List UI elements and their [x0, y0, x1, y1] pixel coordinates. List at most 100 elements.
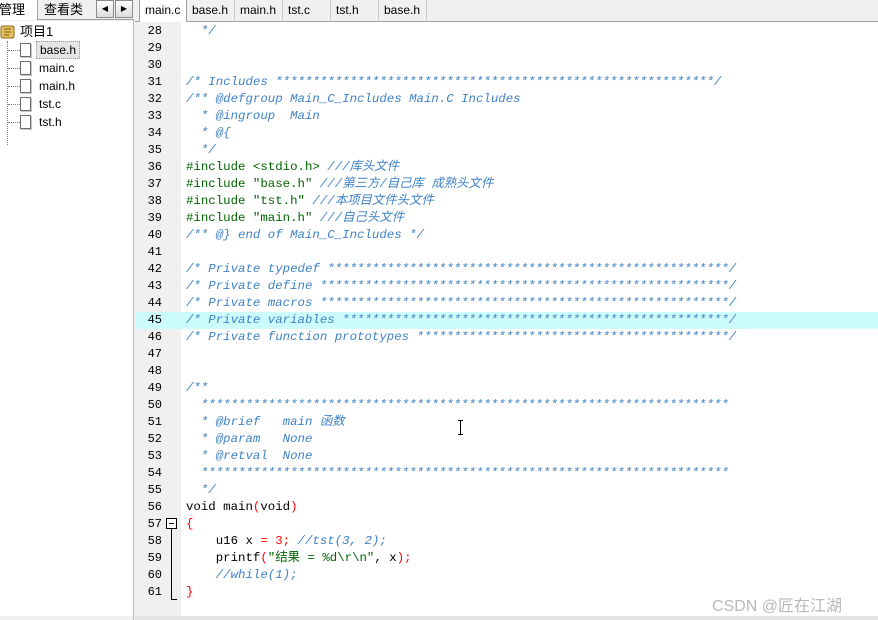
tree-connector	[8, 122, 20, 123]
project-panel: 目管理 查看类 ◀ ▶ 项目1 base.h main.c main.h	[0, 0, 134, 620]
line-number: 49	[147, 381, 162, 395]
panel-tab-bar: 目管理 查看类 ◀ ▶	[0, 0, 134, 20]
code-token: * @brief main 函数	[186, 415, 345, 429]
code-line[interactable]: 28 */	[135, 23, 878, 40]
code-text: */	[186, 482, 216, 499]
code-line[interactable]: 53 * @retval None	[135, 448, 878, 465]
code-line[interactable]: 30	[135, 57, 878, 74]
code-line[interactable]: 38 #include "tst.h" ///本项目文件头文件	[135, 193, 878, 210]
fold-line	[171, 529, 172, 599]
tree-file-base-h[interactable]: base.h	[0, 41, 133, 59]
code-text: /* Private typedef *********************…	[186, 261, 736, 278]
project-icon	[0, 25, 15, 39]
line-number: 56	[147, 500, 162, 514]
line-number: 29	[147, 41, 162, 55]
tree-connector	[8, 104, 20, 105]
line-number: 35	[147, 143, 162, 157]
code-text: u16 x = 3; //tst(3, 2);	[186, 533, 387, 550]
code-editor[interactable]: 28 */29 30 31/* Includes *****************…	[135, 22, 878, 616]
tab-main-h[interactable]: main.h	[235, 0, 283, 22]
tree-file-main-h[interactable]: main.h	[0, 77, 133, 95]
code-line[interactable]: 42 /* Private typedef *******************…	[135, 261, 878, 278]
tab-tst-c[interactable]: tst.c	[283, 0, 331, 22]
code-line[interactable]: 34 * @{	[135, 125, 878, 142]
code-text: {	[186, 516, 193, 533]
code-line[interactable]: 55 */	[135, 482, 878, 499]
code-line[interactable]: 45 /* Private variables *****************…	[135, 312, 878, 329]
code-line[interactable]: 29	[135, 40, 878, 57]
tab-scroll-right-button[interactable]: ▶	[115, 0, 133, 18]
code-line[interactable]: 52 * @param None	[135, 431, 878, 448]
line-number: 43	[147, 279, 162, 293]
editor-tab-bar: main.c base.h main.h tst.c tst.h base.h	[135, 0, 878, 23]
line-number: 32	[147, 92, 162, 106]
line-number: 57	[147, 517, 162, 531]
tree-connector	[8, 68, 20, 69]
code-line[interactable]: 48	[135, 363, 878, 380]
fold-toggle-icon[interactable]	[166, 518, 177, 529]
code-line[interactable]: 51 * @brief main 函数	[135, 414, 878, 431]
line-number: 41	[147, 245, 162, 259]
code-line[interactable]: 37 #include "base.h" ///第三方/自己库 成熟头文件	[135, 176, 878, 193]
tab-project-manager[interactable]: 目管理	[0, 0, 38, 20]
tab-class-view[interactable]: 查看类	[40, 0, 92, 20]
arrow-left-icon: ◀	[101, 4, 109, 13]
code-token: #include	[186, 211, 253, 225]
code-line[interactable]: 47	[135, 346, 878, 363]
code-line[interactable]: 39 #include "main.h" ///自己头文件	[135, 210, 878, 227]
code-token: printf	[186, 551, 261, 565]
code-line[interactable]: 58 u16 x = 3; //tst(3, 2);	[135, 533, 878, 550]
horizontal-scrollbar[interactable]	[135, 616, 878, 620]
code-token: (	[260, 551, 268, 565]
line-number: 30	[147, 58, 162, 72]
tree-root-label: 项目1	[20, 24, 54, 39]
code-token: //while(1);	[186, 568, 298, 582]
code-token: */	[186, 24, 216, 38]
code-text: }	[186, 584, 193, 601]
tab-scroll-left-button[interactable]: ◀	[96, 0, 114, 18]
code-line[interactable]: 50 *************************************…	[135, 397, 878, 414]
tab-main-c[interactable]: main.c	[139, 0, 187, 23]
code-token: /* Private typedef *********************…	[186, 262, 737, 276]
code-line[interactable]: 56 void main(void)	[135, 499, 878, 516]
code-text: #include "main.h" ///自己头文件	[186, 210, 404, 227]
code-line[interactable]: 40 /** @} end of Main_C_Includes */	[135, 227, 878, 244]
code-line[interactable]: 31 /* Includes **************************…	[135, 74, 878, 91]
line-number: 36	[147, 160, 162, 174]
code-line[interactable]: 46 /* Private function prototypes *******…	[135, 329, 878, 346]
tree-file-main-c[interactable]: main.c	[0, 59, 133, 77]
tree-file-label: main.h	[39, 79, 76, 93]
code-line[interactable]: 32 /** @defgroup Main_C_Includes Main.C I…	[135, 91, 878, 108]
code-line[interactable]: 60 //while(1);	[135, 567, 878, 584]
line-number: 38	[147, 194, 162, 208]
code-text: * @retval None	[186, 448, 313, 465]
code-token: */	[186, 483, 216, 497]
tree-file-tst-h[interactable]: tst.h	[0, 113, 133, 131]
code-text: ****************************************…	[186, 397, 729, 414]
code-token: "结果 = %d\r\n"	[267, 551, 375, 565]
code-line[interactable]: 36 #include <stdio.h> ///库头文件	[135, 159, 878, 176]
code-line[interactable]: 35 */	[135, 142, 878, 159]
tab-base-h-2[interactable]: base.h	[379, 0, 427, 22]
code-line[interactable]: 43 /* Private define ********************…	[135, 278, 878, 295]
tree-file-label: tst.h	[39, 115, 62, 129]
code-line[interactable]: 49 /**	[135, 380, 878, 397]
code-line[interactable]: 57 {	[135, 516, 878, 533]
line-number: 59	[147, 551, 162, 565]
tree-file-tst-c[interactable]: tst.c	[0, 95, 133, 113]
code-line[interactable]: 41	[135, 244, 878, 261]
tab-tst-h[interactable]: tst.h	[331, 0, 379, 22]
code-line[interactable]: 54 *************************************…	[135, 465, 878, 482]
line-number: 60	[147, 568, 162, 582]
code-token: )	[290, 500, 298, 514]
tab-base-h[interactable]: base.h	[187, 0, 235, 22]
code-token: ///本项目文件头文件	[304, 194, 434, 208]
code-token: /* Private function prototypes *********…	[186, 330, 737, 344]
code-token: "tst.h"	[252, 194, 305, 208]
code-token: ;	[282, 534, 291, 548]
line-number: 53	[147, 449, 162, 463]
code-line[interactable]: 59 printf("结果 = %d\r\n", x);	[135, 550, 878, 567]
code-line[interactable]: 33 * @ingroup Main	[135, 108, 878, 125]
code-line[interactable]: 44 /* Private macros ********************…	[135, 295, 878, 312]
code-token: //tst(3, 2);	[290, 534, 387, 548]
